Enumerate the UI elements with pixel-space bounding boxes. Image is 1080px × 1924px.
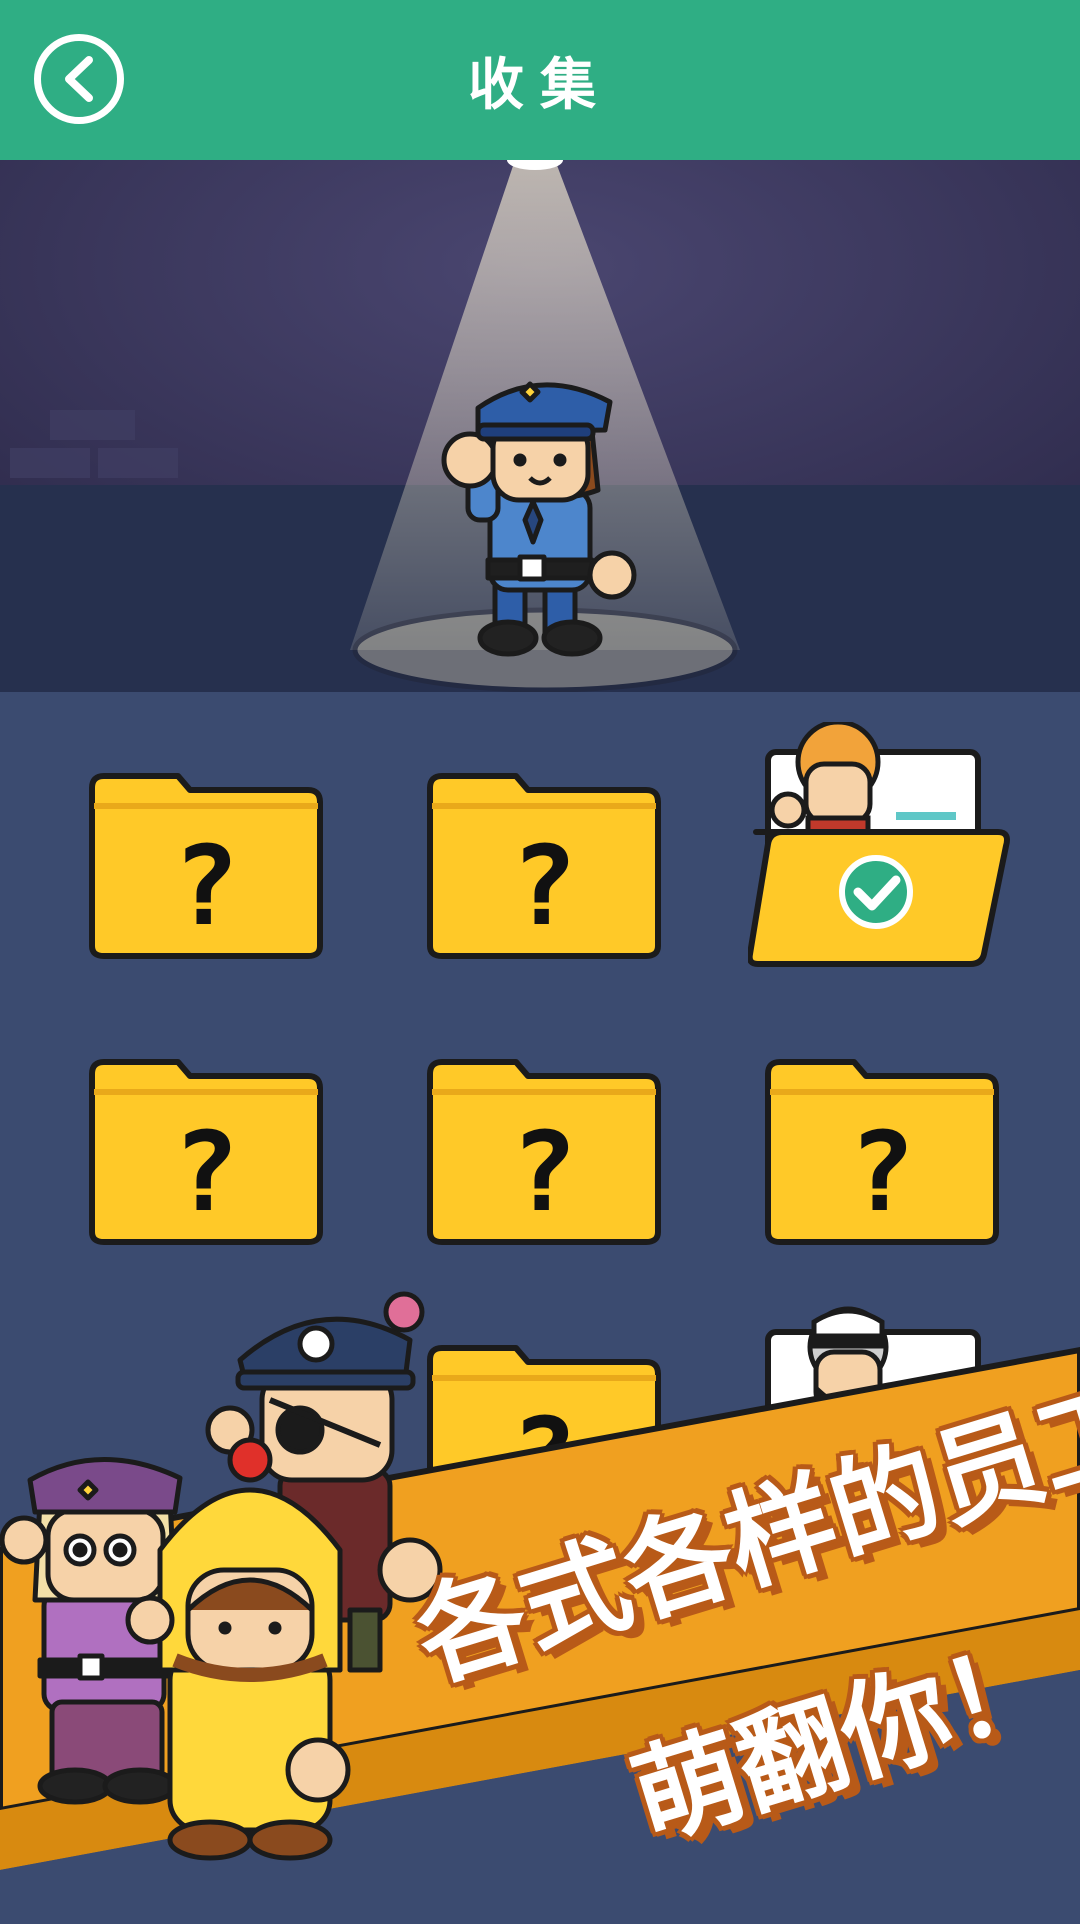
collection-slot-locked[interactable]: ? [424,764,664,964]
check-icon [839,855,913,929]
question-mark: ? [173,1108,239,1236]
collection-slot-locked[interactable]: ? [762,1050,1002,1250]
collection-slot-unlocked[interactable] [746,719,1010,970]
collection-slot-locked[interactable]: ? [424,1050,664,1250]
question-mark: ? [511,1108,577,1236]
character-stage [0,150,1080,693]
question-mark: ? [849,1108,915,1236]
top-bar: 收集 [0,0,1080,160]
question-mark: ? [173,822,239,950]
collection-slot-locked[interactable]: ? [86,1050,326,1250]
page-title: 收集 [468,53,612,118]
collection-slot-locked[interactable]: ? [86,764,326,964]
question-mark: ? [511,822,577,950]
